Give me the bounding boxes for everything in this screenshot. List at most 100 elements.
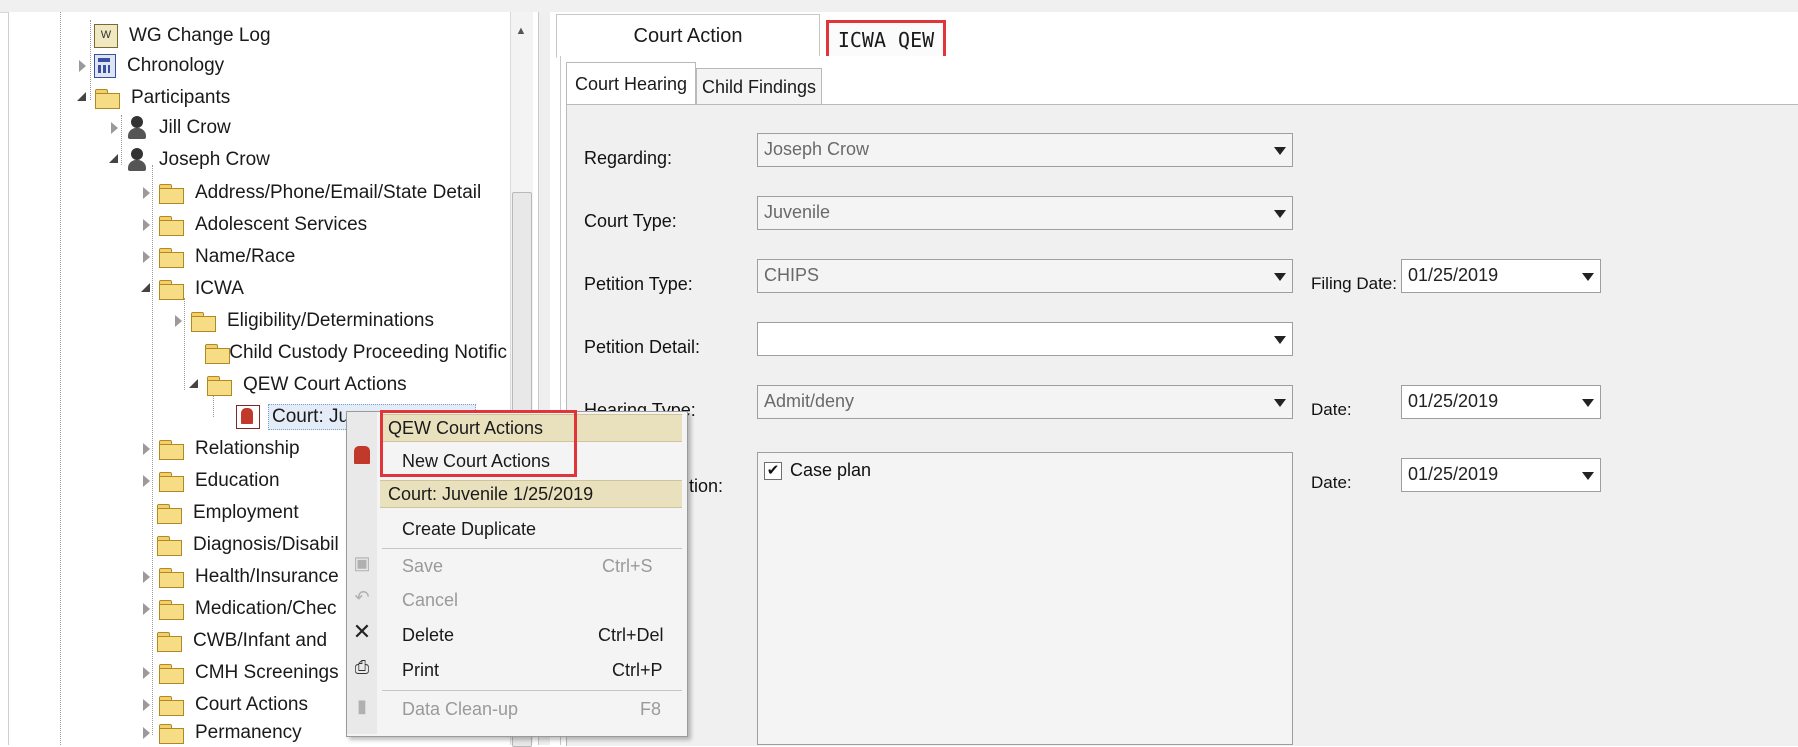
tree-item-joseph-crow[interactable]: Joseph Crow [109, 146, 273, 174]
save-label: Save [402, 555, 444, 576]
regarding-label: Regarding: [584, 148, 673, 168]
tab-court-action[interactable]: Court Action [556, 14, 820, 58]
tree-item-label: Employment [193, 502, 299, 523]
hearing-type-dropdown[interactable]: Admit/deny [757, 385, 1293, 419]
expand-arrow-icon[interactable] [140, 471, 154, 491]
create-duplicate-menu-item[interactable]: Create Duplicate [402, 515, 672, 543]
tree-item-label: Joseph Crow [159, 149, 270, 170]
tree-item-permanency[interactable]: Permanency [143, 719, 305, 747]
tree-item-chronology[interactable]: Chronology [79, 52, 227, 80]
cancel-menu-item[interactable]: Cancel [402, 586, 672, 614]
expand-arrow-icon[interactable] [140, 247, 154, 267]
folder-icon [94, 88, 120, 109]
expand-arrow-icon[interactable] [140, 663, 154, 683]
collapse-arrow-icon[interactable] [76, 88, 90, 108]
scroll-up-icon[interactable]: ▲ [513, 25, 529, 41]
save-menu-item[interactable]: Save Ctrl+S [402, 552, 672, 580]
petition-type-label: Petition Type: [584, 274, 693, 294]
menu-header-court-juvenile: Court: Juvenile 1/25/2019 [380, 480, 682, 508]
disposition-date-picker[interactable]: 01/25/2019 [1401, 458, 1601, 492]
folder-icon [158, 567, 184, 588]
tree-item-qew-court-actions[interactable]: QEW Court Actions [189, 371, 410, 399]
tree-item-employment[interactable]: Employment [156, 499, 302, 527]
tree-item-eligibility[interactable]: Eligibility/Determinations [175, 307, 437, 335]
petition-type-dropdown[interactable]: CHIPS [757, 259, 1293, 293]
expand-arrow-icon[interactable] [140, 215, 154, 235]
folder-icon [158, 215, 184, 236]
tree-item-icwa[interactable]: ICWA [141, 275, 247, 303]
case-plan-checkbox[interactable]: ✔ [764, 462, 782, 480]
regarding-value: Joseph Crow [764, 139, 870, 159]
expand-arrow-icon[interactable] [140, 567, 154, 587]
tree-item-label: Eligibility/Determinations [227, 310, 434, 331]
folder-icon [158, 279, 184, 300]
tree-item-jill-crow[interactable]: Jill Crow [111, 114, 234, 142]
tree-item-label: Jill Crow [159, 117, 231, 138]
tree-item-child-custody[interactable]: Child Custody Proceeding Notific [204, 339, 510, 367]
folder-icon [156, 631, 182, 652]
petition-type-value: CHIPS [764, 265, 820, 285]
hearing-date-picker[interactable]: 01/25/2019 [1401, 385, 1601, 419]
tab-child-findings[interactable]: Child Findings [696, 68, 822, 106]
tree-item-address-phone[interactable]: Address/Phone/Email/State Detail [143, 179, 484, 207]
tree-item-education[interactable]: Education [143, 467, 283, 495]
expand-arrow-icon[interactable] [140, 695, 154, 715]
tree-item-health[interactable]: Health/Insurance [143, 563, 342, 591]
print-shortcut: Ctrl+P [612, 659, 663, 680]
change-log-icon: W [94, 24, 118, 48]
regarding-dropdown[interactable]: Joseph Crow [757, 133, 1293, 167]
expand-arrow-icon[interactable] [76, 56, 90, 76]
collapse-arrow-icon[interactable] [108, 150, 122, 170]
print-label: Print [402, 659, 440, 680]
folder-icon [158, 439, 184, 460]
tab-court-hearing[interactable]: Court Hearing [566, 62, 696, 106]
data-cleanup-label: Data Clean-up [402, 698, 519, 719]
tree-item-label: Medication/Chec [195, 598, 337, 619]
expand-arrow-icon[interactable] [140, 723, 154, 743]
printer-icon: ⎙ [354, 657, 370, 677]
tree-item-adolescent-services[interactable]: Adolescent Services [143, 211, 370, 239]
expand-arrow-icon[interactable] [140, 599, 154, 619]
tree-item-cwb-infant[interactable]: CWB/Infant and [156, 627, 330, 655]
tab-icwa-qew[interactable]: ICWA QEW [826, 20, 946, 60]
folder-icon [158, 663, 184, 684]
collapse-arrow-icon[interactable] [140, 279, 154, 299]
disposition-checklist [757, 452, 1293, 745]
court-type-dropdown[interactable]: Juvenile [757, 196, 1293, 230]
tree-item-diagnosis[interactable]: Diagnosis/Disabil [156, 531, 342, 559]
tree-item-label: Diagnosis/Disabil [193, 534, 339, 555]
court-type-label: Court Type: [584, 211, 677, 231]
expand-arrow-icon[interactable] [108, 118, 122, 138]
chevron-down-icon [1274, 273, 1286, 281]
data-cleanup-shortcut: F8 [640, 698, 662, 719]
delete-menu-item[interactable]: Delete Ctrl+Del [402, 621, 672, 649]
tree-item-relationship[interactable]: Relationship [143, 435, 303, 463]
tree-item-label: Child Custody Proceeding Notific [229, 342, 507, 363]
filing-date-picker[interactable]: 01/25/2019 [1401, 259, 1601, 293]
person-icon [126, 148, 148, 172]
tree-item-medication[interactable]: Medication/Chec [143, 595, 340, 623]
delete-icon: ✕ [352, 619, 372, 644]
tree-item-participants[interactable]: Participants [77, 84, 233, 112]
tree-item-name-race[interactable]: Name/Race [143, 243, 298, 271]
expand-arrow-icon[interactable] [172, 311, 186, 331]
expand-arrow-icon[interactable] [140, 439, 154, 459]
chevron-down-icon [1274, 336, 1286, 344]
create-duplicate-label: Create Duplicate [402, 518, 537, 539]
tree-item-label: Address/Phone/Email/State Detail [195, 182, 482, 203]
expand-arrow-icon[interactable] [140, 183, 154, 203]
data-cleanup-menu-item[interactable]: Data Clean-up F8 [402, 695, 672, 723]
disposition-date-label: Date: [1311, 473, 1352, 492]
print-menu-item[interactable]: Print Ctrl+P [402, 656, 672, 684]
petition-detail-dropdown[interactable] [757, 322, 1293, 356]
folder-icon [158, 471, 184, 492]
tree-item-label: CMH Screenings [195, 662, 339, 683]
tree-item-wg-change-log[interactable]: W WG Change Log [94, 22, 274, 50]
collapse-arrow-icon[interactable] [188, 375, 202, 395]
folder-icon [158, 183, 184, 204]
menu-highlight-box [380, 410, 577, 477]
delete-shortcut: Ctrl+Del [598, 624, 664, 645]
tree-item-label: Court Actions [195, 694, 308, 715]
tree-item-court-actions[interactable]: Court Actions [143, 691, 311, 719]
tree-item-cmh-screenings[interactable]: CMH Screenings [143, 659, 342, 687]
